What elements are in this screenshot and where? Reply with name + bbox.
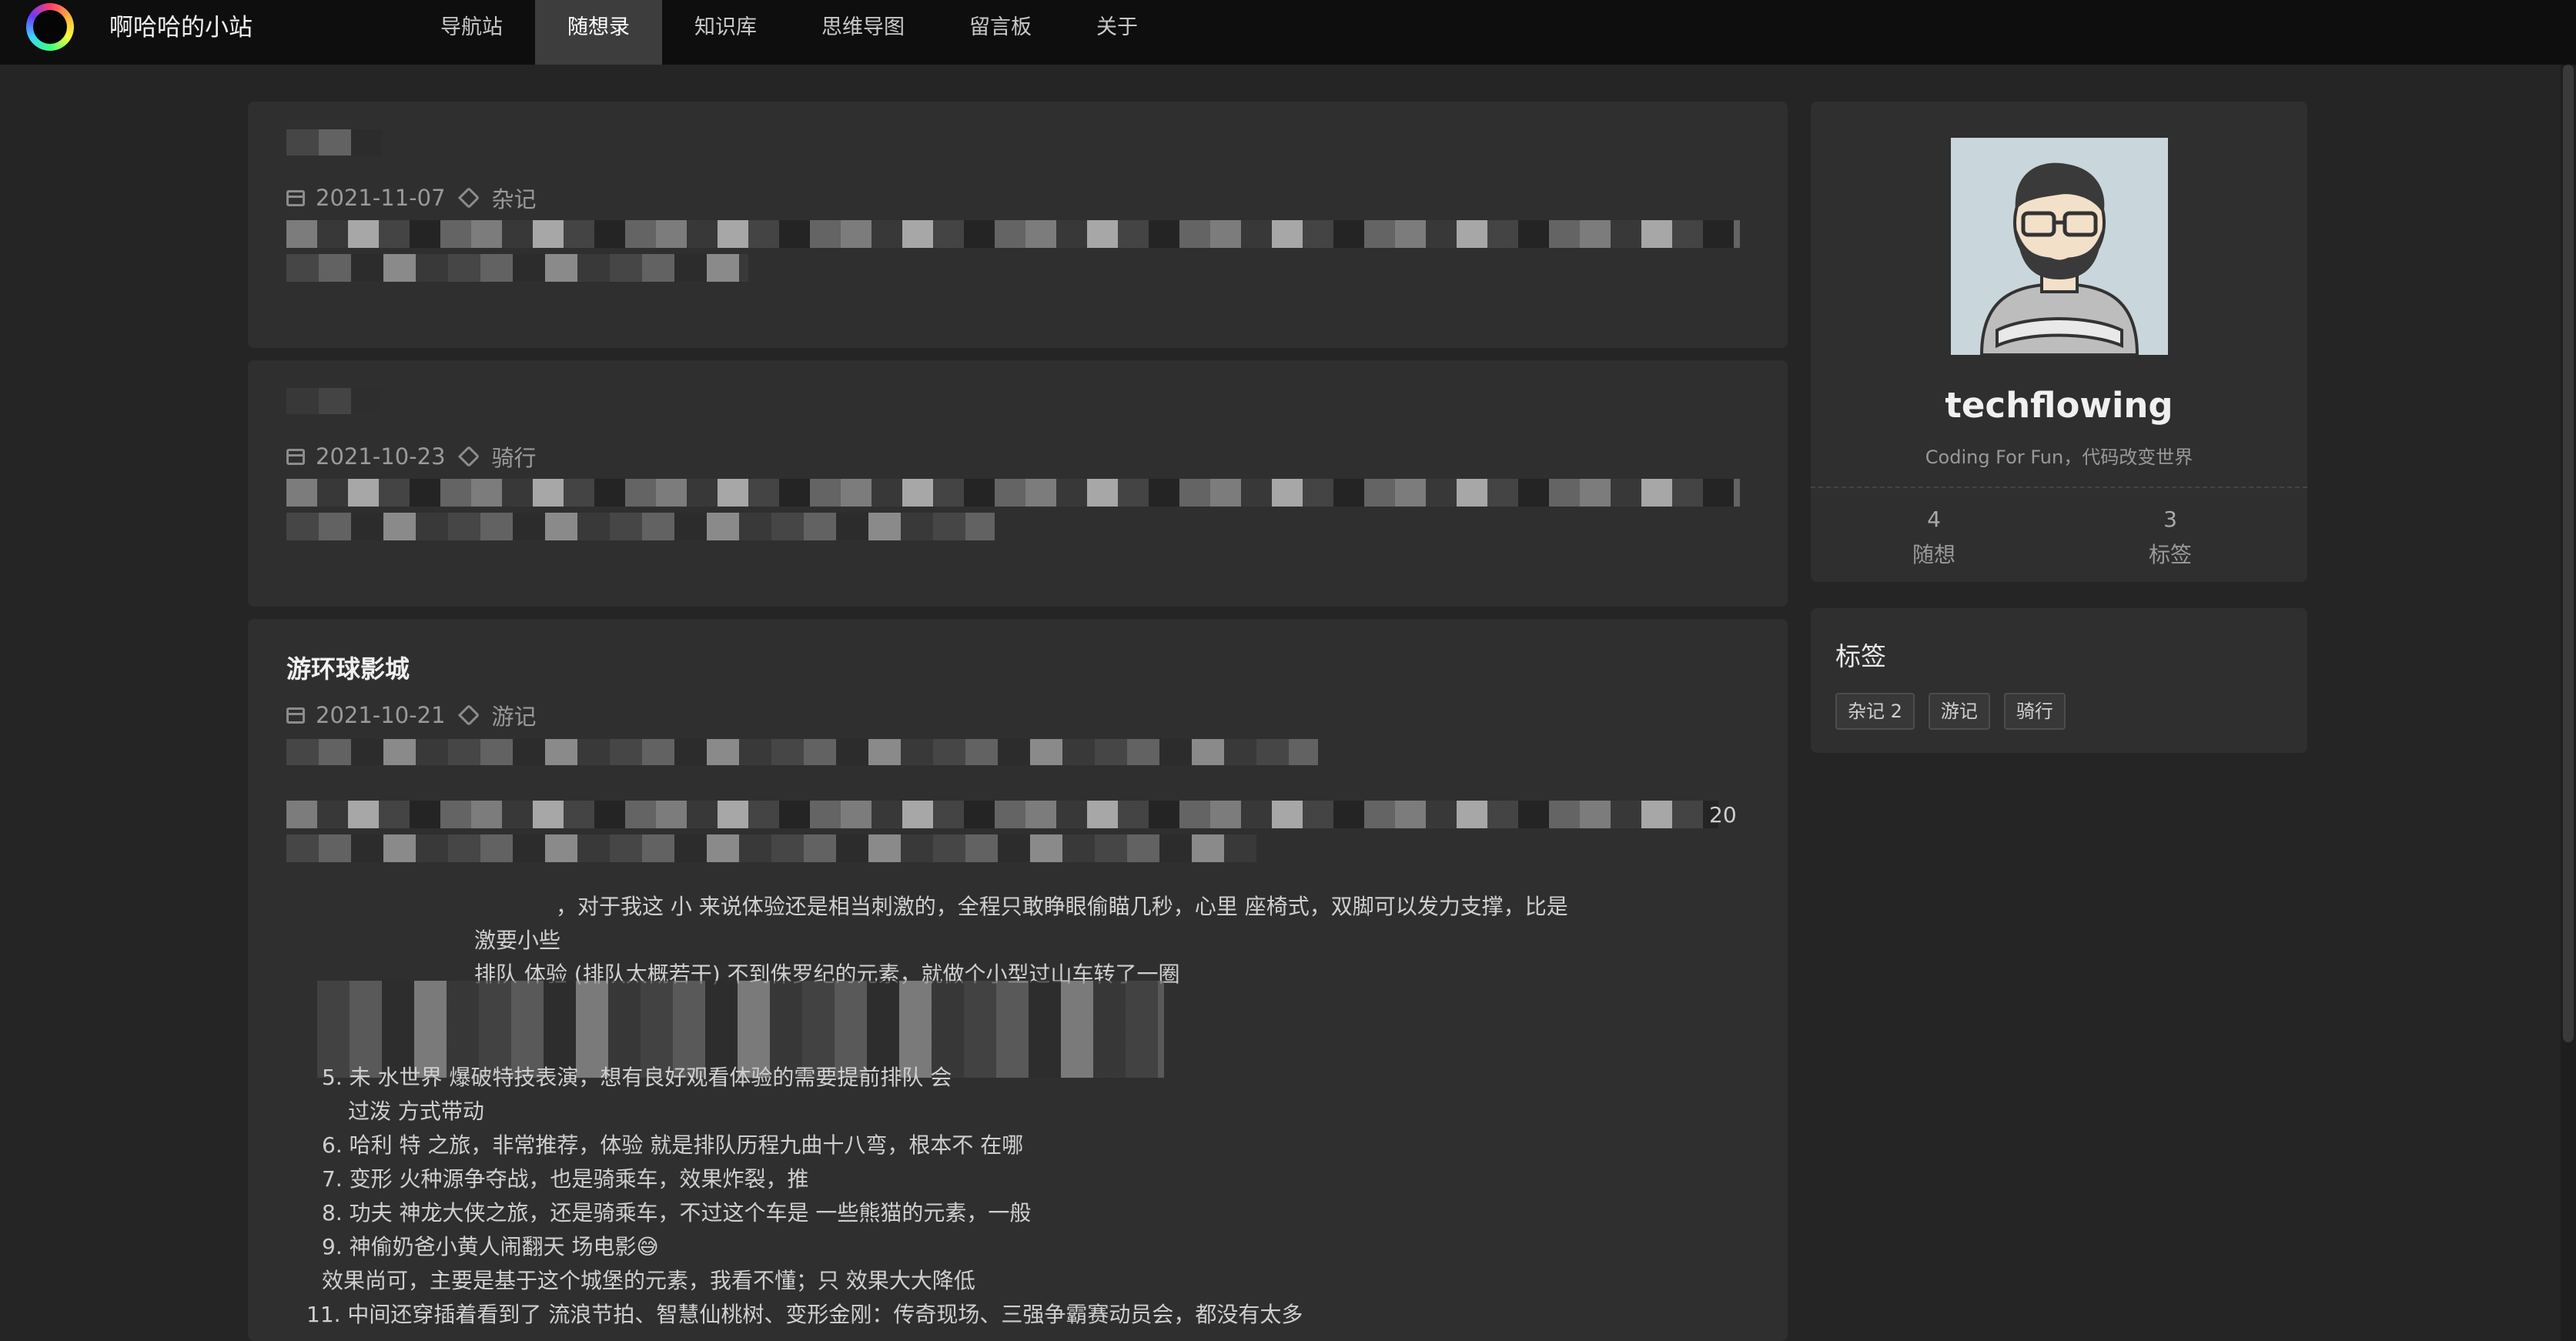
post-body-line: 8. 功夫 神龙大侠之旅，还是骑乘车，不过这个车是 一些熊猫的元素，一般: [322, 1200, 1032, 1226]
tag-icon: [457, 186, 480, 209]
redacted-excerpt: [286, 513, 995, 540]
redacted-excerpt: [286, 254, 748, 282]
post-body-line: 7. 变形 火种源争夺战，也是骑乘车，效果炸裂，推: [322, 1166, 809, 1192]
post-body-line: 激要小些: [474, 928, 561, 953]
redacted-excerpt: [286, 479, 1740, 507]
nav-item-about[interactable]: 关于: [1064, 0, 1170, 65]
post-body-line: ，对于我这 小 来说体验还是相当刺激的，全程只敢睁眼偷瞄几秒，心里 座椅式，双脚…: [556, 894, 1568, 919]
stat-tags[interactable]: 3 标签: [2101, 507, 2240, 569]
redacted-title: [286, 129, 382, 156]
post-date: 2021-10-21: [316, 702, 446, 728]
post-tag[interactable]: 骑行: [492, 440, 537, 473]
stat-value: 4: [1927, 507, 1941, 532]
redacted-title: [286, 388, 382, 414]
username: techflowing: [1945, 385, 2173, 426]
nav-menu: 导航站 随想录 知识库 思维导图 留言板 关于: [408, 0, 1170, 65]
tags-card: 标签 杂记 2 游记 骑行: [1811, 608, 2307, 753]
post-body-line: 20: [1709, 802, 1737, 828]
post-title[interactable]: 游环球影城: [286, 650, 410, 685]
profile-card: techflowing Coding For Fun，代码改变世界 4 随想 3…: [1811, 102, 2307, 582]
divider: [1811, 487, 2307, 488]
site-logo-icon[interactable]: [26, 3, 74, 51]
post-card[interactable]: 2021-10-23 骑行: [248, 360, 1788, 607]
calendar-icon: [286, 189, 305, 206]
avatar: [1951, 138, 2168, 356]
post-body-line: 9. 神偷奶爸小黄人闹翻天 场电影😅: [322, 1234, 659, 1259]
tag-icon: [457, 445, 480, 468]
profile-motto: Coding For Fun，代码改变世界: [1925, 446, 2193, 468]
redacted-text: [286, 739, 1318, 765]
site-title[interactable]: 啊哈哈的小站: [109, 0, 253, 55]
stat-thoughts[interactable]: 4 随想: [1865, 507, 2003, 569]
post-body-line: 6. 哈利 特 之旅，非常推荐，体验 就是排队历程九曲十八弯，根本不 在哪: [322, 1132, 1024, 1158]
redacted-text: [286, 834, 1256, 862]
nav-item-mindmap[interactable]: 思维导图: [789, 0, 937, 65]
avatar-illustration-icon: [1951, 138, 2168, 356]
tag-chip[interactable]: 杂记 2: [1835, 693, 1915, 730]
calendar-icon: [286, 448, 305, 465]
post-meta: 2021-11-07 杂记: [286, 182, 537, 214]
tag-list: 杂记 2 游记 骑行: [1835, 693, 2066, 730]
scrollbar-thumb[interactable]: [2563, 65, 2574, 1042]
tag-chip[interactable]: 游记: [1928, 693, 1990, 730]
post-meta: 2021-10-23 骑行: [286, 440, 537, 473]
nav-item-navigation[interactable]: 导航站: [408, 0, 535, 65]
post-card[interactable]: 2021-11-07 杂记: [248, 102, 1788, 348]
tags-card-title: 标签: [1835, 641, 1886, 671]
post-body-line: 5. 未 水世界 爆破特技表演，想有良好观看体验的需要提前排队 会: [322, 1065, 952, 1090]
nav-item-thoughts[interactable]: 随想录: [535, 0, 662, 65]
redacted-text: [286, 801, 1718, 828]
calendar-icon: [286, 707, 305, 724]
tag-icon: [457, 704, 480, 727]
nav-item-guestbook[interactable]: 留言板: [937, 0, 1064, 65]
tag-chip[interactable]: 骑行: [2003, 693, 2066, 730]
post-date: 2021-11-07: [316, 185, 446, 211]
nav-item-knowledge[interactable]: 知识库: [662, 0, 789, 65]
post-tag[interactable]: 杂记: [492, 182, 537, 214]
post-body-line: 过泼 方式带动: [348, 1099, 484, 1124]
post-meta: 2021-10-21 游记: [286, 699, 537, 731]
post-tag[interactable]: 游记: [492, 699, 537, 731]
post-body-line: 11. 中间还穿插着看到了 流浪节拍、智慧仙桃树、变形金刚：传奇现场、三强争霸赛…: [306, 1302, 1303, 1327]
redacted-excerpt: [286, 220, 1740, 248]
post-card[interactable]: 游环球影城 2021-10-21 游记 20 ，对于我这 小 来说体验还是相当刺…: [248, 619, 1788, 1341]
post-date: 2021-10-23: [316, 443, 446, 470]
top-nav: 啊哈哈的小站 导航站 随想录 知识库 思维导图 留言板 关于: [0, 0, 2576, 65]
stat-label: 标签: [2148, 542, 2192, 567]
post-body-line: 效果尚可，主要是基于这个城堡的元素，我看不懂；只 效果大大降低: [322, 1268, 975, 1293]
stat-label: 随想: [1912, 542, 1955, 567]
stat-value: 3: [2163, 507, 2177, 532]
